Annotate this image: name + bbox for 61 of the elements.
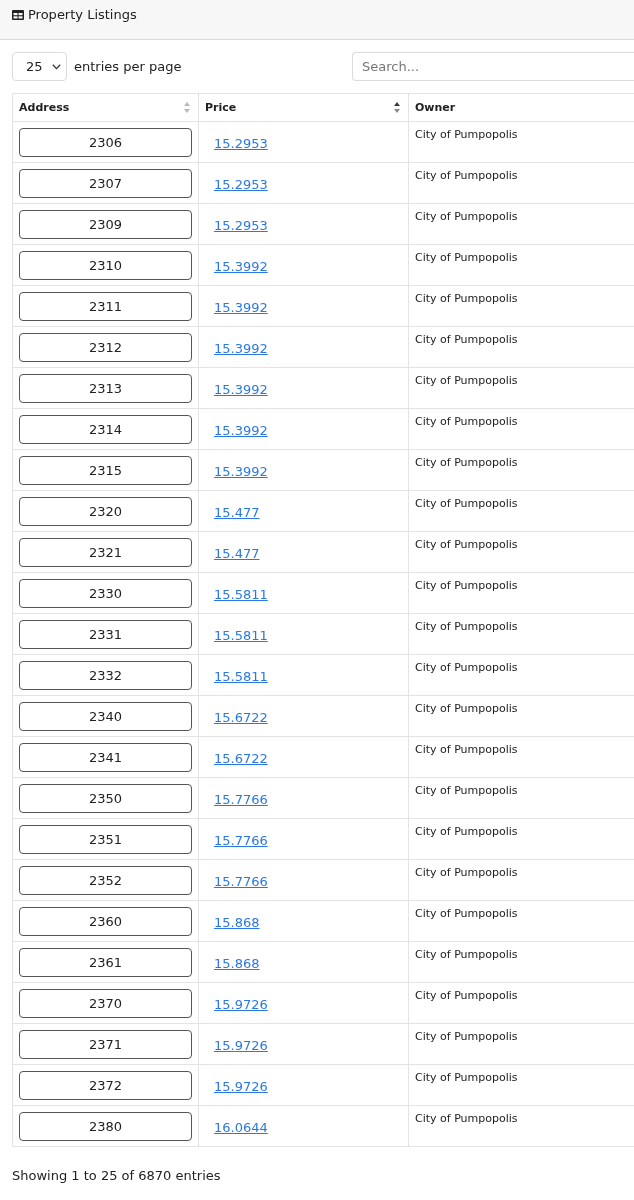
price-link[interactable]: 15.9726 bbox=[214, 1037, 268, 1053]
address-button[interactable]: 2331 bbox=[19, 619, 192, 649]
address-button[interactable]: 2321 bbox=[19, 537, 192, 567]
price-link[interactable]: 15.7766 bbox=[214, 791, 268, 807]
address-button[interactable]: 2312 bbox=[19, 332, 192, 362]
table-icon bbox=[12, 9, 24, 20]
address-button[interactable]: 2313 bbox=[19, 373, 192, 403]
address-button[interactable]: 2370 bbox=[19, 988, 192, 1018]
address-button[interactable]: 2307 bbox=[19, 168, 192, 198]
price-link[interactable]: 15.2953 bbox=[214, 135, 268, 151]
address-button[interactable]: 2306 bbox=[19, 127, 192, 157]
price-link[interactable]: 15.868 bbox=[214, 914, 260, 930]
price-link[interactable]: 15.2953 bbox=[214, 176, 268, 192]
column-header[interactable]: Address bbox=[19, 101, 70, 114]
page-size-label: entries per page bbox=[74, 59, 182, 74]
page-title: Property Listings bbox=[28, 7, 137, 22]
address-button[interactable]: 2340 bbox=[19, 701, 192, 731]
address-button[interactable]: 2351 bbox=[19, 824, 192, 854]
address-button[interactable]: 2314 bbox=[19, 414, 192, 444]
address-button[interactable]: 2361 bbox=[19, 947, 192, 977]
address-button[interactable]: 2320 bbox=[19, 496, 192, 526]
address-button[interactable]: 2309 bbox=[19, 209, 192, 239]
price-link[interactable]: 15.5811 bbox=[214, 627, 268, 643]
price-link[interactable]: 15.5811 bbox=[214, 586, 268, 602]
address-button[interactable]: 2352 bbox=[19, 865, 192, 895]
address-button[interactable]: 2341 bbox=[19, 742, 192, 772]
price-link[interactable]: 15.6722 bbox=[214, 709, 268, 725]
price-link[interactable]: 15.7766 bbox=[214, 832, 268, 848]
address-button[interactable]: 2310 bbox=[19, 250, 192, 280]
price-link[interactable]: 15.3992 bbox=[214, 381, 268, 397]
price-link[interactable]: 15.3992 bbox=[214, 340, 268, 356]
address-button[interactable]: 2371 bbox=[19, 1029, 192, 1059]
address-button[interactable]: 2311 bbox=[19, 291, 192, 321]
price-link[interactable]: 15.3992 bbox=[214, 258, 268, 274]
address-button[interactable]: 2380 bbox=[19, 1111, 192, 1141]
price-link[interactable]: 15.9726 bbox=[214, 996, 268, 1012]
chevron-icon bbox=[51, 63, 61, 70]
address-button[interactable]: 2372 bbox=[19, 1070, 192, 1100]
address-button[interactable]: 2332 bbox=[19, 660, 192, 690]
price-link[interactable]: 15.6722 bbox=[214, 750, 268, 766]
price-link[interactable]: 15.7766 bbox=[214, 873, 268, 889]
price-link[interactable]: 15.2953 bbox=[214, 217, 268, 233]
price-link[interactable]: 15.477 bbox=[214, 545, 260, 561]
address-button[interactable]: 2360 bbox=[19, 906, 192, 936]
price-link[interactable]: 15.5811 bbox=[214, 668, 268, 684]
column-header[interactable]: Price bbox=[205, 101, 237, 114]
address-button[interactable]: 2330 bbox=[19, 578, 192, 608]
column-header[interactable]: Owner bbox=[415, 101, 456, 114]
entries-summary: Showing 1 to 25 of 6870 entries bbox=[12, 1168, 221, 1183]
price-link[interactable]: 16.0644 bbox=[214, 1119, 268, 1135]
address-button[interactable]: 2350 bbox=[19, 783, 192, 813]
search-field[interactable]: Search... bbox=[352, 52, 634, 81]
price-link[interactable]: 15.477 bbox=[214, 504, 260, 520]
price-link[interactable]: 15.9726 bbox=[214, 1078, 268, 1094]
address-button[interactable]: 2315 bbox=[19, 455, 192, 485]
price-link[interactable]: 15.868 bbox=[214, 955, 260, 971]
price-link[interactable]: 15.3992 bbox=[214, 463, 268, 479]
price-link[interactable]: 15.3992 bbox=[214, 422, 268, 438]
page-size-select[interactable]: 25 bbox=[12, 52, 67, 81]
sort-icon[interactable] bbox=[394, 102, 400, 113]
price-link[interactable]: 15.3992 bbox=[214, 299, 268, 315]
